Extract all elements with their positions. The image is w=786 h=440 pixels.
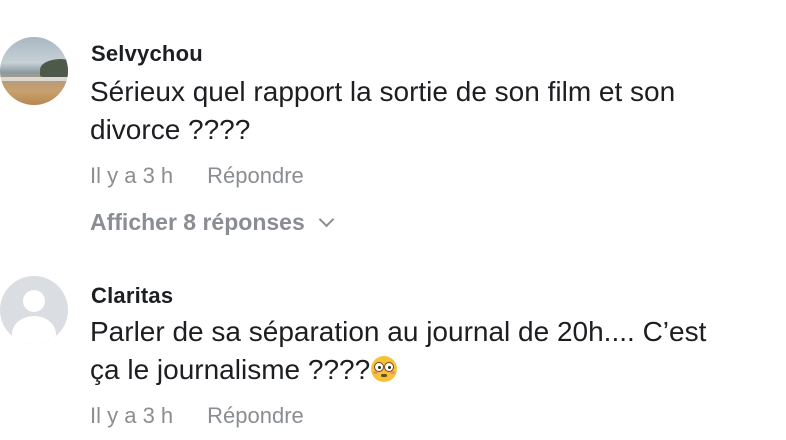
reply-button[interactable]: Répondre — [207, 163, 304, 189]
avatar-wave-shape — [0, 77, 68, 81]
comment-timestamp: Il y a 3 h — [90, 163, 174, 188]
chevron-down-icon — [318, 211, 335, 228]
comment-text: Sérieux quel rapport la sortie de son fi… — [90, 73, 770, 149]
comment-text-line: Parler de sa séparation au journal de 20… — [90, 316, 707, 347]
comment-author[interactable]: Claritas — [91, 283, 173, 309]
flushed-face-emoji-icon — [371, 356, 398, 382]
comment-text-line: divorce ???? — [90, 114, 251, 145]
comment-text-line-with-emoji: ça le journalisme ???? — [90, 351, 770, 389]
avatar-shoulders-shape — [12, 316, 56, 344]
reply-button[interactable]: Répondre — [207, 403, 304, 429]
comment-text: Parler de sa séparation au journal de 20… — [90, 313, 770, 389]
comment-meta: Il y a 3 h Répondre — [90, 163, 304, 189]
avatar[interactable] — [0, 37, 68, 105]
comment-author[interactable]: Selvychou — [91, 41, 203, 67]
avatar-rock-shape — [40, 59, 68, 77]
avatar-head-shape — [23, 290, 45, 312]
comment-timestamp: Il y a 3 h — [90, 403, 174, 428]
comment-text-line: Sérieux quel rapport la sortie de son fi… — [90, 76, 676, 107]
view-replies-label: Afficher 8 réponses — [90, 209, 305, 235]
avatar[interactable] — [0, 276, 68, 344]
view-replies-button[interactable]: Afficher 8 réponses — [90, 209, 335, 236]
comment-text-line: ça le journalisme ???? — [90, 354, 371, 385]
comment-meta: Il y a 3 h Répondre — [90, 403, 304, 429]
